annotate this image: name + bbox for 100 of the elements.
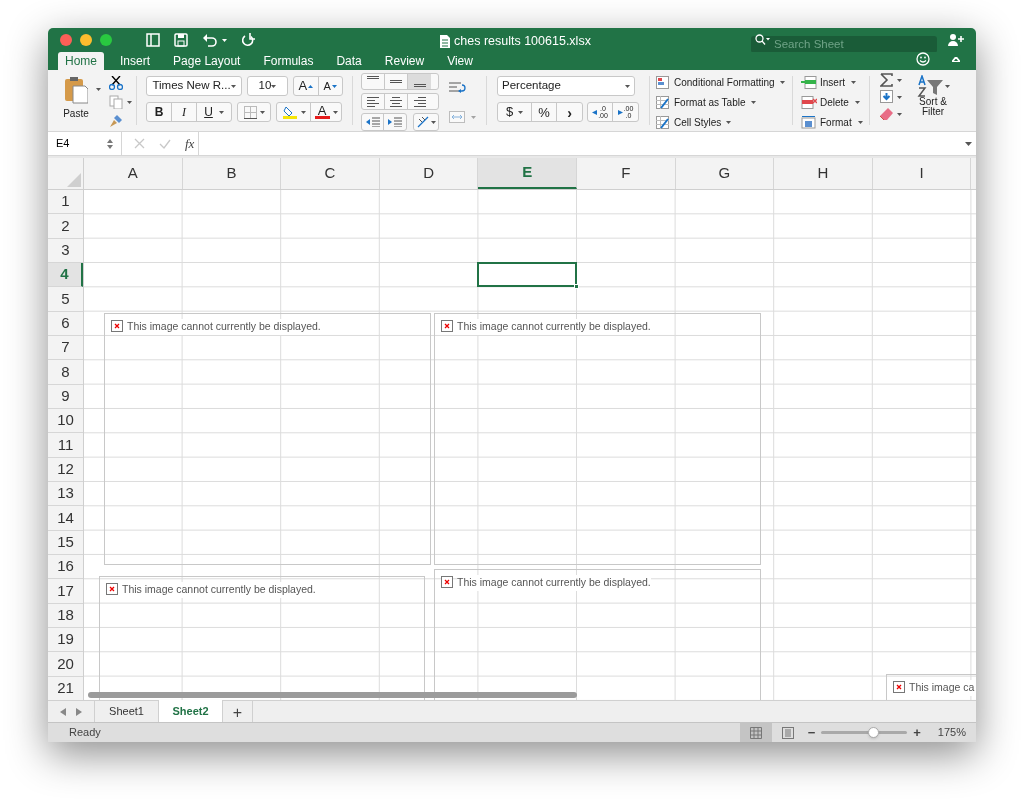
row-header[interactable]: 15 bbox=[48, 530, 83, 555]
wrap-text-icon[interactable] bbox=[449, 82, 467, 94]
caret-icon[interactable] bbox=[218, 110, 224, 114]
search-icon[interactable] bbox=[755, 34, 770, 45]
caret-icon[interactable] bbox=[518, 110, 524, 114]
caret-icon[interactable] bbox=[897, 78, 902, 82]
normal-view-button[interactable] bbox=[739, 723, 772, 742]
minimize-button[interactable] bbox=[80, 34, 92, 46]
zoom-in-button[interactable]: + bbox=[913, 722, 921, 742]
selected-cell[interactable] bbox=[477, 262, 577, 288]
bottom-align-button[interactable] bbox=[408, 74, 431, 89]
zoom-out-button[interactable]: − bbox=[807, 722, 816, 742]
column-header[interactable]: I bbox=[872, 158, 972, 189]
currency-button[interactable]: $ bbox=[498, 103, 532, 121]
ribbon-tab[interactable]: Review bbox=[377, 52, 432, 70]
row-header[interactable]: 19 bbox=[48, 627, 83, 653]
ribbon-tab[interactable]: Data bbox=[329, 52, 369, 70]
ribbon-tab[interactable]: Formulas bbox=[256, 52, 321, 70]
autosum-icon[interactable] bbox=[880, 73, 893, 87]
row-header[interactable]: 3 bbox=[48, 238, 83, 263]
format-cells-button[interactable]: Format bbox=[801, 114, 861, 130]
cell-styles-button[interactable]: Cell Styles bbox=[656, 114, 786, 130]
font-dropdown[interactable]: Times New R... bbox=[146, 76, 242, 96]
format-as-table-button[interactable]: Format as Table bbox=[656, 94, 786, 110]
redo-icon[interactable] bbox=[241, 33, 255, 47]
row-header[interactable]: 4 bbox=[48, 263, 83, 288]
merge-cells-icon[interactable] bbox=[449, 111, 465, 123]
insert-cells-button[interactable]: Insert bbox=[801, 74, 861, 90]
caret-icon[interactable] bbox=[897, 112, 902, 116]
ribbon-tab[interactable]: View bbox=[440, 52, 480, 70]
conditional-formatting-button[interactable]: Conditional Formatting bbox=[656, 74, 786, 90]
stepper-icon[interactable] bbox=[107, 138, 113, 149]
collapse-icon[interactable] bbox=[952, 57, 960, 62]
search-field[interactable]: Search Sheet bbox=[751, 35, 937, 53]
ribbon-tab[interactable]: Page Layout bbox=[166, 52, 248, 70]
row-header[interactable]: 1 bbox=[48, 190, 83, 215]
row-header[interactable]: 2 bbox=[48, 214, 83, 239]
row-header[interactable]: 8 bbox=[48, 360, 83, 385]
shrink-font-button[interactable]: A bbox=[318, 77, 342, 95]
fill-icon[interactable] bbox=[880, 90, 893, 104]
paste-button[interactable]: Paste bbox=[58, 76, 94, 131]
sort-filter-button[interactable]: Sort & Filter bbox=[914, 75, 952, 131]
row-header[interactable]: 7 bbox=[48, 335, 83, 361]
row-header[interactable]: 20 bbox=[48, 652, 83, 677]
orientation-button[interactable] bbox=[413, 113, 439, 131]
sheet-tab[interactable]: Sheet2 bbox=[159, 700, 223, 722]
number-format-dropdown[interactable]: Percentage bbox=[497, 76, 635, 96]
next-sheet-icon[interactable] bbox=[76, 707, 82, 716]
grow-font-button[interactable]: A bbox=[294, 77, 319, 95]
smiley-icon[interactable] bbox=[916, 52, 932, 66]
ribbon-tab[interactable]: Home bbox=[58, 52, 104, 70]
column-header[interactable]: H bbox=[774, 158, 873, 189]
bold-button[interactable]: B bbox=[147, 103, 172, 121]
expand-icon[interactable] bbox=[965, 141, 972, 146]
delete-cells-button[interactable]: Delete bbox=[801, 94, 861, 110]
insert-function-button[interactable]: fx bbox=[185, 133, 195, 154]
column-header[interactable]: G bbox=[675, 158, 775, 189]
undo-icon[interactable] bbox=[202, 33, 218, 47]
column-header[interactable]: B bbox=[182, 158, 282, 189]
row-header[interactable]: 14 bbox=[48, 506, 83, 531]
eraser-icon[interactable] bbox=[880, 107, 893, 121]
caret-icon[interactable] bbox=[271, 84, 277, 88]
caret-icon[interactable] bbox=[625, 84, 630, 88]
column-header[interactable]: F bbox=[576, 158, 676, 189]
percent-button[interactable]: % bbox=[532, 103, 557, 121]
row-header[interactable]: 9 bbox=[48, 384, 83, 409]
zoom-button[interactable] bbox=[100, 34, 112, 46]
underline-button[interactable]: U bbox=[197, 103, 231, 121]
font-size-dropdown[interactable]: 10 bbox=[247, 76, 288, 96]
row-header[interactable]: 10 bbox=[48, 408, 83, 434]
horizontal-scrollbar[interactable] bbox=[88, 692, 577, 698]
caret-icon[interactable] bbox=[222, 38, 227, 42]
caret-icon[interactable] bbox=[96, 88, 101, 91]
caret-icon[interactable] bbox=[127, 100, 132, 104]
column-header[interactable]: C bbox=[281, 158, 380, 189]
scissors-icon[interactable] bbox=[109, 76, 123, 90]
ribbon-tab[interactable]: Insert bbox=[113, 52, 158, 70]
comma-style-button[interactable]: › bbox=[557, 103, 582, 121]
row-header[interactable]: 16 bbox=[48, 554, 83, 580]
name-box[interactable]: E4 bbox=[48, 132, 122, 155]
row-header[interactable]: 12 bbox=[48, 457, 83, 482]
column-header[interactable]: A bbox=[84, 158, 183, 189]
sidebar-icon[interactable] bbox=[146, 33, 160, 47]
row-header[interactable]: 5 bbox=[48, 287, 83, 312]
row-header[interactable]: 18 bbox=[48, 603, 83, 628]
row-header[interactable]: 11 bbox=[48, 433, 83, 458]
row-header[interactable]: 17 bbox=[48, 579, 83, 604]
caret-icon[interactable] bbox=[897, 95, 902, 99]
caret-icon[interactable] bbox=[230, 84, 236, 88]
add-person-icon[interactable] bbox=[948, 34, 964, 46]
save-icon[interactable] bbox=[174, 33, 188, 47]
italic-button[interactable]: I bbox=[172, 103, 197, 121]
format-painter-icon[interactable] bbox=[109, 114, 123, 128]
previous-sheet-icon[interactable] bbox=[60, 707, 66, 716]
row-header[interactable]: 6 bbox=[48, 311, 83, 336]
fill-handle[interactable] bbox=[574, 284, 579, 290]
slider-thumb[interactable] bbox=[868, 727, 880, 738]
column-header[interactable]: E bbox=[478, 158, 577, 189]
borders-button[interactable] bbox=[237, 102, 271, 122]
row-header[interactable]: 13 bbox=[48, 481, 83, 507]
